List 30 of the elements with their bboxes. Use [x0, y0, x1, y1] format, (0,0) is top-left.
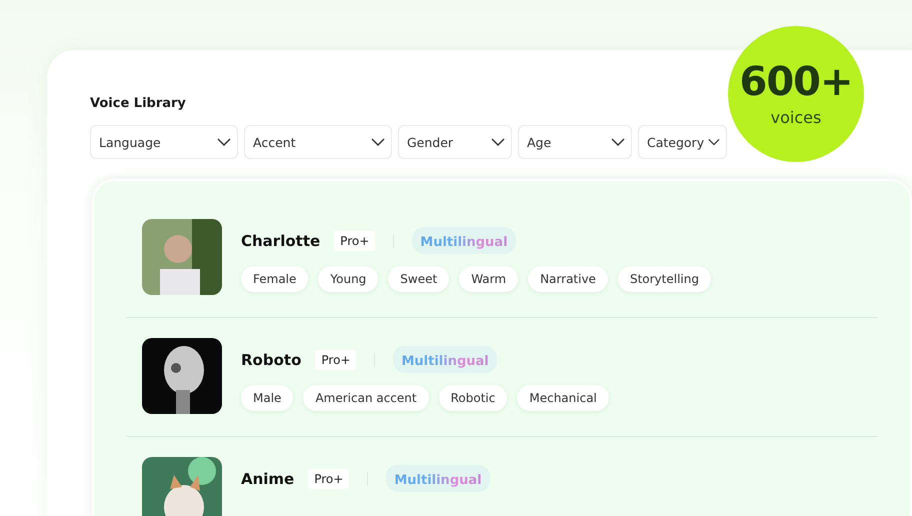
voice-tag: Narrative [528, 266, 608, 292]
voice-tag: Female [241, 266, 308, 292]
plan-label: Pro+ [334, 230, 376, 250]
filter-dropdown[interactable]: Language [90, 125, 238, 159]
filter-dropdown[interactable]: Category [638, 125, 727, 159]
filter-dropdown[interactable]: Age [518, 125, 632, 159]
voice-name: Roboto [241, 350, 302, 368]
plan-label: Pro+ [308, 468, 350, 488]
filter-dropdown[interactable]: Accent [244, 125, 392, 159]
chevron-down-icon [371, 138, 385, 146]
chevron-down-icon [217, 138, 231, 146]
voice-tag: Robotic [438, 385, 508, 411]
voice-tag: American accent [303, 385, 429, 411]
voice-name: Anime [241, 470, 294, 488]
plan-label: Pro+ [315, 350, 356, 370]
voice-tag: Young [318, 266, 378, 292]
filter-dropdown[interactable]: Gender [398, 125, 512, 159]
language-tag: Multilingual [386, 465, 490, 492]
voice-tag: Storytelling [618, 266, 711, 292]
language-tag: Multilingual [393, 346, 497, 373]
chevron-down-icon [611, 138, 625, 146]
voice-tag: Male [241, 385, 294, 411]
language-tag: Multilingual [412, 227, 516, 254]
chevron-down-icon [708, 138, 720, 146]
section-title: Voice Library [90, 96, 187, 111]
voice-tag: Sweet [388, 266, 450, 292]
voice-name: Charlotte [241, 232, 320, 250]
chevron-down-icon [491, 138, 505, 146]
voice-tag: Warm [459, 266, 518, 292]
voice-tag: Mechanical [517, 385, 609, 411]
